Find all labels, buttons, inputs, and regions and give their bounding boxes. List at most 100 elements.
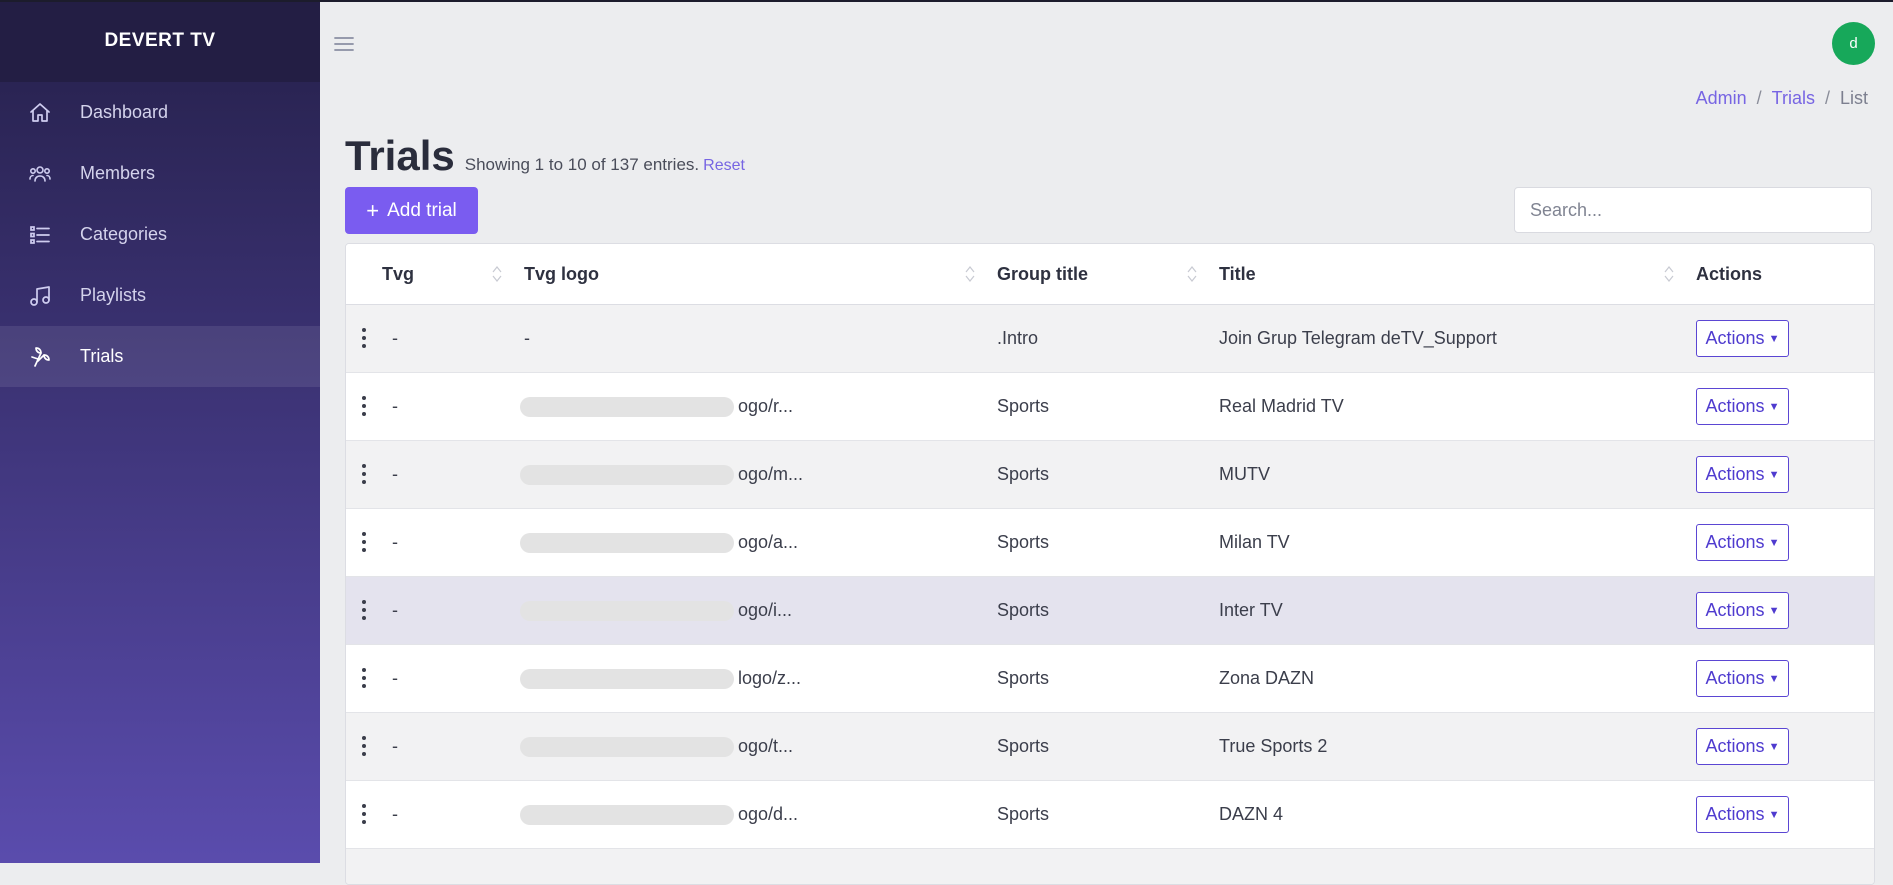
caret-down-icon: ▼: [1768, 332, 1780, 345]
trials-icon: [0, 345, 80, 369]
sidebar-item-label: Members: [80, 163, 156, 183]
sidebar-item-categories[interactable]: Categories: [0, 204, 320, 265]
sidebar-item-playlists[interactable]: Playlists: [0, 265, 320, 326]
search-input[interactable]: [1514, 187, 1872, 233]
column-header-group-title[interactable]: Group title: [997, 244, 1088, 304]
table-row[interactable]: - - .Intro Join Grup Telegram deTV_Support A…: [346, 305, 1874, 373]
actions-label: Actions: [1705, 736, 1765, 756]
actions-label: Actions: [1705, 668, 1765, 688]
logo-url: -: [524, 328, 530, 348]
cell-tvg-logo: ogo/d...: [520, 781, 1874, 848]
cell-tvg: -: [392, 396, 398, 416]
sidebar-item-members[interactable]: Members: [0, 143, 320, 204]
logo-url: ogo/m...: [738, 464, 804, 484]
table-row[interactable]: - ogo/t... Sports True Sports 2 Actions ▼: [346, 713, 1874, 781]
cell-group-title: .Intro: [997, 328, 1039, 348]
list-icon: [0, 223, 80, 247]
cell-actions: Actions ▼: [1696, 577, 1789, 644]
kebab-menu-icon[interactable]: [361, 599, 367, 621]
breadcrumb-trials[interactable]: Trials: [1772, 88, 1815, 108]
sidebar-item-label: Playlists: [80, 285, 147, 305]
actions-label: Actions: [1705, 328, 1765, 348]
cell-group-title: Sports: [997, 600, 1050, 620]
cell-actions: Actions ▼: [1696, 509, 1789, 576]
logo-url: ogo/a...: [738, 532, 799, 552]
menu-toggle-icon[interactable]: [332, 32, 356, 56]
cell-title: True Sports 2: [1219, 736, 1328, 756]
add-trial-button[interactable]: + Add trial: [345, 187, 478, 234]
column-label: Title: [1219, 263, 1256, 284]
logo-url: ogo/i...: [738, 600, 793, 620]
cell-title: Zona DAZN: [1219, 668, 1315, 688]
actions-dropdown-button[interactable]: Actions ▼: [1696, 456, 1789, 493]
caret-down-icon: ▼: [1768, 740, 1780, 753]
actions-dropdown-button[interactable]: Actions ▼: [1696, 592, 1789, 629]
kebab-menu-icon[interactable]: [361, 803, 367, 825]
kebab-menu-icon[interactable]: [361, 667, 367, 689]
actions-dropdown-button[interactable]: Actions ▼: [1696, 728, 1789, 765]
kebab-menu-icon[interactable]: [361, 531, 367, 553]
sidebar-nav: Dashboard Members Categories Playlists T…: [0, 82, 320, 387]
kebab-menu-icon[interactable]: [361, 735, 367, 757]
sort-icon[interactable]: [1664, 264, 1674, 284]
reset-link[interactable]: Reset: [703, 157, 745, 175]
cell-tvg-logo: ogo/t...: [520, 713, 1874, 780]
cell-tvg: -: [392, 464, 398, 484]
cell-title: Join Grup Telegram deTV_Support: [1219, 328, 1497, 348]
table-row[interactable]: - ogo/m... Sports MUTV Actions ▼: [346, 441, 1874, 509]
table-body: - - .Intro Join Grup Telegram deTV_Support A…: [346, 305, 1874, 884]
column-label: Actions: [1696, 263, 1763, 284]
sort-icon[interactable]: [1187, 264, 1197, 284]
actions-label: Actions: [1705, 804, 1765, 824]
column-header-tvg-logo[interactable]: Tvg logo: [524, 244, 599, 304]
table-row[interactable]: - ogo/d... Sports DAZN 4 Actions ▼: [346, 781, 1874, 849]
actions-dropdown-button[interactable]: Actions ▼: [1696, 796, 1789, 833]
caret-down-icon: ▼: [1768, 672, 1780, 685]
brand-logo[interactable]: DEVERT TV: [0, 0, 320, 82]
table-row[interactable]: - ogo/a... Sports Milan TV Actions ▼: [346, 509, 1874, 577]
add-trial-label: Add trial: [387, 199, 457, 221]
cell-group-title: Sports: [997, 396, 1050, 416]
caret-down-icon: ▼: [1768, 400, 1780, 413]
actions-dropdown-button[interactable]: Actions ▼: [1696, 320, 1789, 357]
table-row[interactable]: - ogo/r... Sports Real Madrid TV Actions ▼: [346, 373, 1874, 441]
actions-dropdown-button[interactable]: Actions ▼: [1696, 388, 1789, 425]
kebab-menu-icon[interactable]: [361, 327, 367, 349]
avatar[interactable]: d: [1832, 22, 1875, 65]
kebab-menu-icon[interactable]: [361, 463, 367, 485]
cell-group-title: Sports: [997, 736, 1050, 756]
sidebar-item-trials[interactable]: Trials: [0, 326, 320, 387]
cell-actions: Actions ▼: [1696, 713, 1789, 780]
actions-dropdown-button[interactable]: Actions ▼: [1696, 660, 1789, 697]
logo-url: logo/z...: [738, 668, 802, 688]
breadcrumb-admin[interactable]: Admin: [1696, 88, 1747, 108]
cell-tvg-logo: ogo/a...: [520, 509, 1874, 576]
column-header-tvg[interactable]: Tvg: [382, 244, 414, 304]
actions-label: Actions: [1705, 600, 1765, 620]
sidebar-item-label: Categories: [80, 224, 168, 244]
breadcrumb-separator: /: [1756, 88, 1762, 108]
page-header: Trials Showing 1 to 10 of 137 entries. R…: [345, 132, 745, 180]
table-header: Tvg Tvg logo Group title Title Actions: [346, 244, 1874, 305]
top-border: [0, 0, 1893, 2]
cell-title: MUTV: [1219, 464, 1270, 484]
cell-group-title: Sports: [997, 532, 1050, 552]
kebab-menu-icon[interactable]: [361, 395, 367, 417]
table-row[interactable]: - logo/z... Sports Zona DAZN Actions ▼: [346, 645, 1874, 713]
breadcrumb-separator: /: [1824, 88, 1830, 108]
table-row[interactable]: [346, 849, 1874, 884]
sort-icon[interactable]: [492, 264, 502, 284]
column-header-title[interactable]: Title: [1219, 244, 1256, 304]
cell-tvg: -: [392, 668, 398, 688]
logo-url: ogo/t...: [738, 736, 794, 756]
actions-dropdown-button[interactable]: Actions ▼: [1696, 524, 1789, 561]
column-label: Tvg logo: [524, 263, 599, 284]
cell-title: Real Madrid TV: [1219, 396, 1344, 416]
logo-url: ogo/d...: [738, 804, 799, 824]
cell-tvg-logo: ogo/m...: [520, 441, 1874, 508]
table-row[interactable]: - ogo/i... Sports Inter TV Actions ▼: [346, 577, 1874, 645]
cell-group-title: Sports: [997, 464, 1050, 484]
sidebar-item-dashboard[interactable]: Dashboard: [0, 82, 320, 143]
sort-icon[interactable]: [965, 264, 975, 284]
cell-title: Inter TV: [1219, 600, 1283, 620]
